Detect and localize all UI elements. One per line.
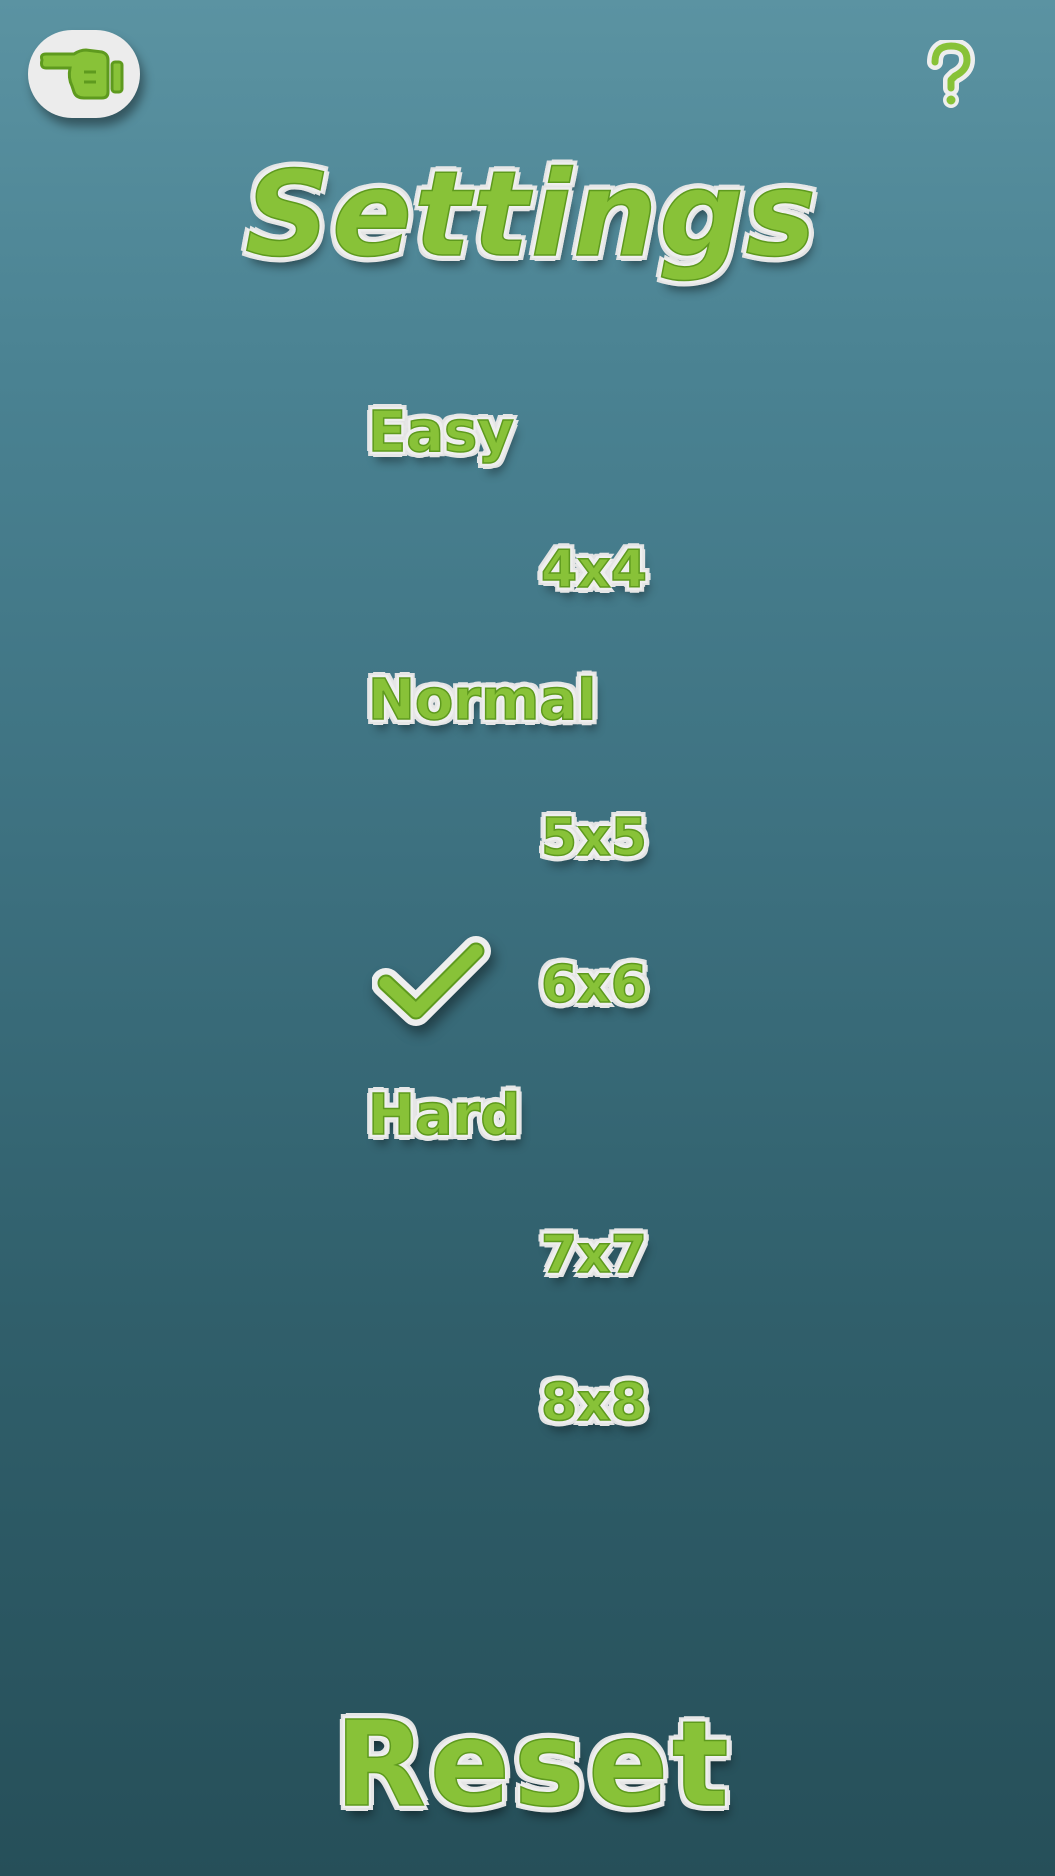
page-title: Settings	[244, 144, 818, 284]
difficulty-normal-label: Normal	[367, 667, 597, 734]
selected-indicator	[372, 935, 492, 1030]
size-option-8x8[interactable]: 8x8	[540, 1372, 647, 1434]
difficulty-easy-label: Easy	[367, 399, 514, 466]
reset-button[interactable]: Reset	[334, 1694, 733, 1834]
back-button[interactable]	[28, 30, 140, 118]
size-option-4x4[interactable]: 4x4	[540, 539, 647, 601]
size-option-6x6[interactable]: 6x6	[540, 954, 647, 1016]
size-option-7x7[interactable]: 7x7	[540, 1224, 647, 1286]
size-option-5x5[interactable]: 5x5	[540, 807, 647, 869]
question-mark-icon	[925, 40, 977, 110]
help-button[interactable]	[925, 40, 977, 110]
difficulty-hard-label: Hard	[367, 1082, 521, 1149]
pointing-hand-icon	[36, 42, 132, 106]
checkmark-icon	[372, 935, 492, 1030]
